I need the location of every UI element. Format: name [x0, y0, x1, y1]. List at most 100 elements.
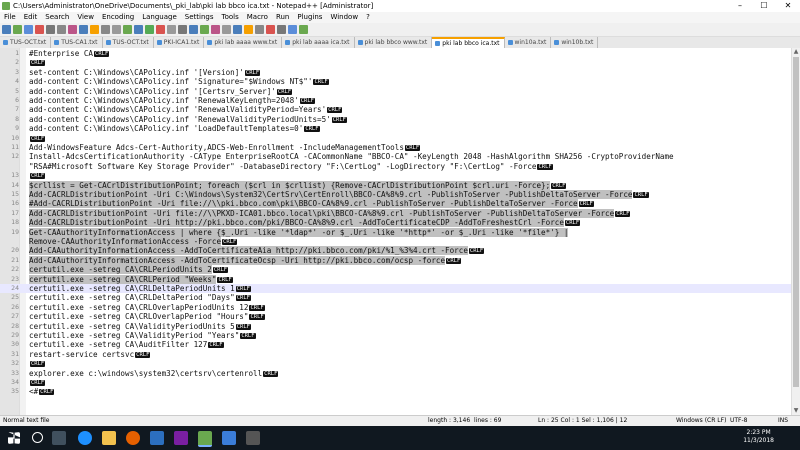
line-text[interactable]: Add-WindowsFeature Adcs-Cert-Authority,A… [29, 143, 421, 152]
text-editor[interactable]: 1 #Enterprise CA CRLF 2 CRLF 3 set-content C:\… [0, 48, 791, 415]
edge-browser-icon[interactable] [78, 431, 92, 445]
notepadpp-taskbar-icon[interactable] [198, 431, 212, 447]
editor-line[interactable]: 30 certutil.exe -setreg CA\AuditFilter 12… [0, 340, 791, 349]
toolbar-button-7-icon[interactable] [68, 25, 77, 34]
editor-line[interactable]: 6 add-content C:\Windows\CAPolicy.inf 'Re… [0, 96, 791, 105]
start-windows-icon[interactable] [8, 432, 20, 444]
line-text[interactable]: add-content C:\Windows\CAPolicy.inf 'Ren… [29, 115, 347, 124]
editor-line[interactable]: "RSA#Microsoft Software Key Storage Prov… [0, 162, 791, 171]
line-text[interactable]: Install-AdcsCertificationAuthority -CATy… [29, 152, 674, 161]
toolbar-button-19-icon[interactable] [200, 25, 209, 34]
line-text[interactable]: add-content C:\Windows\CAPolicy.inf '[Ce… [29, 87, 293, 96]
editor-line[interactable]: 13 CRLF [0, 171, 791, 180]
search-icon[interactable] [32, 432, 43, 443]
line-text[interactable]: CRLF [29, 58, 46, 67]
menu-search[interactable]: Search [41, 12, 73, 23]
toolbar-button-8-icon[interactable] [79, 25, 88, 34]
menu-tools[interactable]: Tools [218, 12, 243, 23]
editor-line[interactable]: 35 <# CRLF [0, 387, 791, 396]
menu-help[interactable]: ? [362, 12, 374, 23]
editor-line[interactable]: 1 #Enterprise CA CRLF [0, 49, 791, 58]
editor-line[interactable]: 15 Add-CACRLDistributionPoint -Uri C:\Win… [0, 190, 791, 199]
editor-line[interactable]: 21 Add-CAAuthorityInformationAccess -AddT… [0, 255, 791, 265]
menu-view[interactable]: View [73, 12, 98, 23]
tab-7[interactable]: pki lab bbco www.txt [355, 37, 433, 48]
toolbar-button-3-icon[interactable] [24, 25, 33, 34]
line-text[interactable]: certutil.exe -setreg CA\CRLDeltaPeriod "… [29, 293, 251, 302]
tab-5[interactable]: pki lab aaaa www.txt [204, 37, 283, 48]
toolbar-button-10-icon[interactable] [101, 25, 110, 34]
vertical-scrollbar[interactable]: ▲ ▼ [791, 48, 800, 415]
task-view-icon[interactable] [52, 431, 66, 445]
toolbar-button-18-icon[interactable] [189, 25, 198, 34]
editor-line[interactable]: 12 Install-AdcsCertificationAuthority -CA… [0, 152, 791, 161]
editor-line[interactable]: 7 add-content C:\Windows\CAPolicy.inf 'Re… [0, 105, 791, 114]
line-text[interactable]: add-content C:\Windows\CAPolicy.inf 'Sig… [29, 77, 329, 86]
editor-line[interactable]: 31 restart-service certsvc CRLF [0, 350, 791, 359]
tab-6[interactable]: pki lab aaaa ica.txt [282, 37, 355, 48]
editor-line[interactable]: 29 certutil.exe -setreg CA\ValidityPeriod… [0, 331, 791, 340]
app-icon[interactable] [174, 431, 188, 445]
toolbar-button-26-icon[interactable] [277, 25, 286, 34]
toolbar-button-9-icon[interactable] [90, 25, 99, 34]
toolbar-button-25-icon[interactable] [266, 25, 275, 34]
line-text[interactable]: certutil.exe -setreg CA\ValidityPeriodUn… [29, 322, 251, 331]
editor-line[interactable]: 3 set-content C:\Windows\CAPolicy.inf '[V… [0, 68, 791, 77]
tab-9[interactable]: win10a.txt [505, 37, 552, 48]
editor-line[interactable]: 18 Add-CACRLDistributionPoint -Uri http:/… [0, 218, 791, 228]
line-text[interactable]: CRLF [29, 134, 46, 143]
toolbar-button-20-icon[interactable] [211, 25, 220, 34]
line-text[interactable]: #Add-CACRLDistributionPoint -Uri file://… [29, 199, 594, 209]
line-text[interactable]: set-content C:\Windows\CAPolicy.inf '[Ve… [29, 68, 261, 77]
editor-line[interactable]: 5 add-content C:\Windows\CAPolicy.inf '[C… [0, 87, 791, 96]
tab-8[interactable]: pki lab bbco ica.txt [432, 37, 505, 48]
close-button[interactable]: ✕ [776, 0, 800, 12]
line-text[interactable]: certutil.exe -setreg CA\CRLOverlapPeriod… [29, 312, 265, 321]
powershell-icon[interactable] [150, 431, 164, 445]
line-text[interactable]: add-content C:\Windows\CAPolicy.inf 'Ren… [29, 105, 343, 114]
editor-line[interactable]: 8 add-content C:\Windows\CAPolicy.inf 'Re… [0, 115, 791, 124]
toolbar-button-13-icon[interactable] [134, 25, 143, 34]
menu-edit[interactable]: Edit [20, 12, 42, 23]
editor-line[interactable]: 14 $crllist = Get-CACrlDistributionPoint;… [0, 180, 791, 190]
line-text[interactable]: Add-CAAuthorityInformationAccess -AddToC… [29, 246, 485, 256]
editor-line[interactable]: 16 #Add-CACRLDistributionPoint -Uri file:… [0, 199, 791, 209]
tab-10[interactable]: win10b.txt [551, 37, 599, 48]
toolbar-button-28-icon[interactable] [299, 25, 308, 34]
line-text[interactable]: CRLF [29, 359, 46, 368]
line-text[interactable]: certutil.exe -setreg CA\CRLPeriodUnits 2… [29, 265, 229, 275]
toolbar-button-21-icon[interactable] [222, 25, 231, 34]
toolbar-button-17-icon[interactable] [178, 25, 187, 34]
line-text[interactable]: certutil.exe -setreg CA\CRLDeltaPeriodUn… [29, 284, 251, 293]
editor-line[interactable]: 20 Add-CAAuthorityInformationAccess -AddT… [0, 246, 791, 256]
scroll-up-arrow-icon[interactable]: ▲ [792, 48, 800, 56]
tab-1[interactable]: TUS-OCT.txt [0, 37, 52, 48]
line-text[interactable]: certutil.exe -setreg CA\AuditFilter 127 C… [29, 340, 224, 349]
line-text[interactable]: explorer.exe c:\windows\system32\certsrv… [29, 369, 279, 378]
menu-macro[interactable]: Macro [243, 12, 272, 23]
encoding[interactable]: UTF-8 [730, 416, 748, 426]
editor-line[interactable]: 11 Add-WindowsFeature Adcs-Cert-Authority… [0, 143, 791, 152]
maximize-button[interactable]: ☐ [752, 0, 776, 12]
outlook-icon[interactable] [222, 431, 236, 445]
editor-line[interactable]: 9 add-content C:\Windows\CAPolicy.inf 'Lo… [0, 124, 791, 133]
menu-encoding[interactable]: Encoding [98, 12, 138, 23]
editor-line[interactable]: 24 certutil.exe -setreg CA\CRLDeltaPeriod… [0, 284, 791, 293]
toolbar-button-22-icon[interactable] [233, 25, 242, 34]
line-text[interactable]: certutil.exe -setreg CA\CRLOverlapPeriod… [29, 303, 265, 312]
toolbar-button-5-icon[interactable] [46, 25, 55, 34]
line-text[interactable]: add-content C:\Windows\CAPolicy.inf 'Ren… [29, 96, 315, 105]
toolbar-button-1-icon[interactable] [2, 25, 11, 34]
menu-window[interactable]: Window [326, 12, 362, 23]
editor-line[interactable]: 27 certutil.exe -setreg CA\CRLOverlapPeri… [0, 312, 791, 321]
toolbar-button-2-icon[interactable] [13, 25, 22, 34]
line-text[interactable]: CRLF [29, 171, 46, 180]
tab-4[interactable]: PKI-ICA1.txt [154, 37, 205, 48]
menu-file[interactable]: File [0, 12, 20, 23]
toolbar-button-11-icon[interactable] [112, 25, 121, 34]
toolbar-button-6-icon[interactable] [57, 25, 66, 34]
file-explorer-icon[interactable] [102, 431, 116, 445]
menu-language[interactable]: Language [138, 12, 181, 23]
clock[interactable]: 2:23 PM 11/3/2018 [743, 429, 774, 445]
line-text[interactable]: Add-CACRLDistributionPoint -Uri http://p… [29, 218, 581, 228]
